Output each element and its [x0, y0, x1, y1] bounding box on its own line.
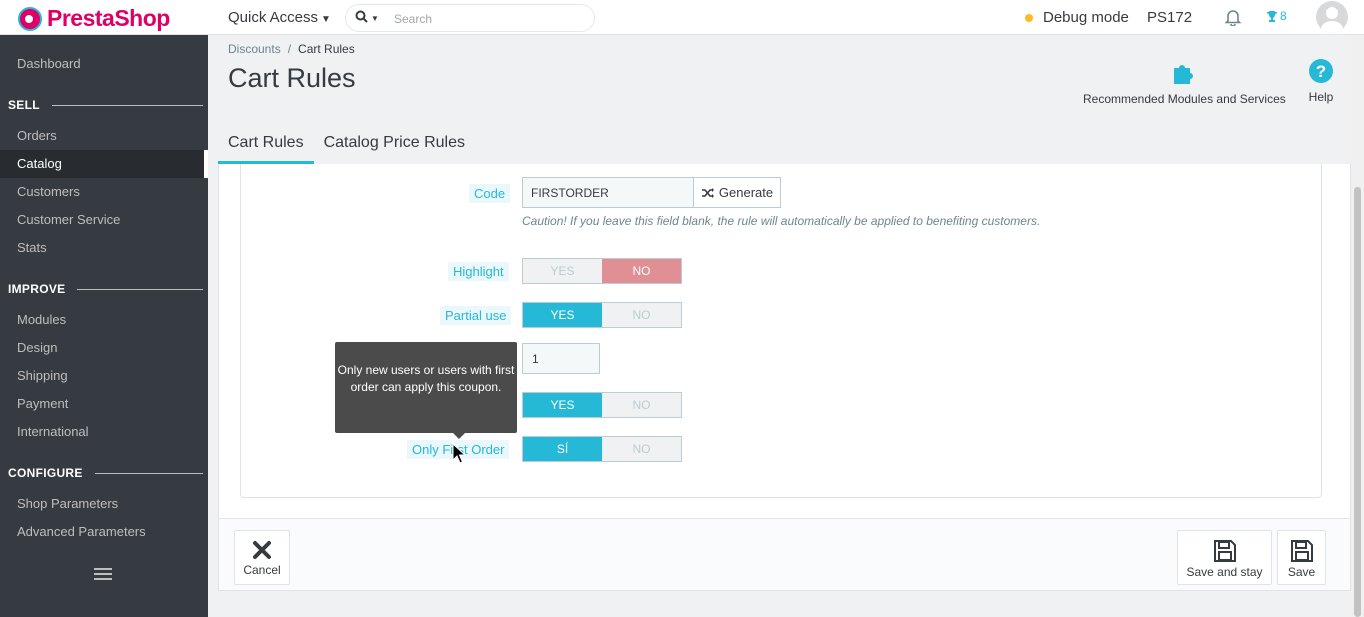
save-and-stay-label: Save and stay [1186, 565, 1263, 579]
quick-access-dropdown[interactable]: Quick Access ▼ [228, 9, 331, 26]
tab-catalog-price-rules[interactable]: Catalog Price Rules [314, 124, 475, 164]
sidebar-item-customer-service[interactable]: Customer Service [0, 206, 208, 234]
sidebar-item-orders[interactable]: Orders [0, 122, 208, 150]
debug-mode-label: Debug mode [1043, 9, 1129, 26]
generate-label: Generate [718, 185, 774, 200]
breadcrumb-cart-rules: Cart Rules [298, 42, 355, 56]
help-label: Help [1308, 90, 1334, 104]
recommended-modules-button[interactable]: Recommended Modules and Services [1083, 58, 1286, 106]
trophy-count: 8 [1280, 9, 1287, 23]
save-button[interactable]: Save [1277, 530, 1326, 585]
puffin-logo-icon [18, 6, 42, 31]
section-divider [77, 288, 203, 290]
sidebar-item-dashboard[interactable]: Dashboard [0, 50, 208, 78]
shuffle-icon [701, 187, 714, 198]
sidebar-item-payment[interactable]: Payment [0, 390, 208, 418]
search-scope-caret-icon[interactable]: ▼ [371, 14, 379, 23]
status-switch[interactable]: YES NO [522, 392, 682, 418]
sidebar-item-advanced-parameters[interactable]: Advanced Parameters [0, 518, 208, 546]
employee-achievements[interactable]: 8 [1266, 9, 1287, 23]
sidebar-item-modules[interactable]: Modules [0, 306, 208, 334]
top-header: PrestaShop Quick Access▼ ▼ Debug mode PS… [0, 0, 1364, 35]
sidebar-item-shipping[interactable]: Shipping [0, 362, 208, 390]
highlight-no-option[interactable]: NO [602, 259, 681, 283]
section-divider [51, 104, 203, 106]
section-title: CONFIGURE [8, 466, 83, 480]
debug-status-dot-icon [1025, 13, 1033, 22]
highlight-yes-option[interactable]: YES [523, 259, 602, 283]
sidebar-section-improve: IMPROVE [8, 282, 203, 296]
code-field[interactable] [522, 177, 694, 208]
logo-text: PrestaShop [47, 5, 170, 31]
svg-text:?: ? [1316, 62, 1326, 81]
highlight-label: Highlight [448, 262, 509, 281]
cancel-button[interactable]: Cancel [234, 530, 290, 585]
quantity-field[interactable] [522, 343, 600, 374]
code-label: Code [469, 184, 511, 203]
floppy-save-icon [1290, 540, 1313, 562]
save-and-stay-button[interactable]: Save and stay [1177, 530, 1272, 585]
only-first-order-no-option[interactable]: NO [602, 437, 681, 461]
tab-cart-rules[interactable]: Cart Rules [218, 124, 314, 164]
partial-use-yes-option[interactable]: YES [523, 303, 602, 327]
close-icon [253, 541, 271, 559]
search-icon[interactable] [355, 10, 368, 26]
sidebar-item-catalog[interactable]: Catalog [0, 150, 208, 178]
sidebar-item-international[interactable]: International [0, 418, 208, 446]
page-tabs: Cart Rules Catalog Price Rules [218, 124, 475, 164]
section-title: IMPROVE [8, 282, 66, 296]
generate-button[interactable]: Generate [693, 177, 781, 208]
only-first-order-yes-option[interactable]: SÍ [523, 437, 602, 461]
sidebar-item-stats[interactable]: Stats [0, 234, 208, 262]
quick-access-label: Quick Access [228, 9, 319, 26]
caret-down-icon: ▼ [321, 14, 331, 25]
collapse-menu-icon[interactable] [94, 568, 112, 580]
page-title: Cart Rules [228, 63, 356, 93]
section-title: SELL [8, 98, 40, 112]
sidebar-item-design[interactable]: Design [0, 334, 208, 362]
debug-mode-indicator[interactable]: Debug mode [1025, 9, 1129, 26]
breadcrumb-discounts[interactable]: Discounts [228, 42, 281, 56]
partial-use-switch[interactable]: YES NO [522, 302, 682, 328]
breadcrumb-separator: / [287, 42, 292, 56]
save-label: Save [1287, 565, 1316, 579]
shop-name-link[interactable]: PS172 [1147, 9, 1192, 26]
cancel-label: Cancel [243, 563, 281, 577]
mouse-cursor-icon [452, 443, 466, 464]
employee-avatar[interactable] [1316, 1, 1348, 33]
scrollbar-thumb[interactable] [1354, 187, 1361, 617]
notifications-bell-icon[interactable] [1224, 8, 1242, 27]
only-first-order-switch[interactable]: SÍ NO [522, 436, 682, 462]
sidebar-section-sell: SELL [8, 98, 203, 112]
trophy-icon [1267, 11, 1277, 22]
help-button[interactable]: ? Help [1308, 58, 1334, 104]
search-box: ▼ [345, 4, 595, 32]
help-icon: ? [1309, 59, 1333, 83]
status-no-option[interactable]: NO [602, 393, 681, 417]
partial-use-no-option[interactable]: NO [602, 303, 681, 327]
floppy-save-icon [1213, 540, 1236, 562]
puzzle-icon [1174, 65, 1194, 84]
sidebar-item-shop-parameters[interactable]: Shop Parameters [0, 490, 208, 518]
first-order-tooltip: Only new users or users with first order… [335, 342, 517, 439]
form-footer: Cancel Save and stay Save [218, 518, 1351, 591]
page-scrollbar[interactable] [1351, 35, 1364, 617]
section-divider [94, 472, 203, 474]
breadcrumb: Discounts / Cart Rules [228, 42, 355, 56]
recommended-modules-label: Recommended Modules and Services [1083, 92, 1286, 106]
partial-use-label: Partial use [440, 306, 512, 325]
prestashop-logo[interactable]: PrestaShop [18, 5, 170, 32]
sidebar-section-configure: CONFIGURE [8, 466, 203, 480]
sidebar-nav: Dashboard SELL Orders Catalog Customers … [0, 35, 208, 617]
highlight-switch[interactable]: YES NO [522, 258, 682, 284]
search-input[interactable] [394, 10, 584, 28]
sidebar-item-customers[interactable]: Customers [0, 178, 208, 206]
code-help-text: Caution! If you leave this field blank, … [522, 214, 1041, 228]
status-yes-option[interactable]: YES [523, 393, 602, 417]
